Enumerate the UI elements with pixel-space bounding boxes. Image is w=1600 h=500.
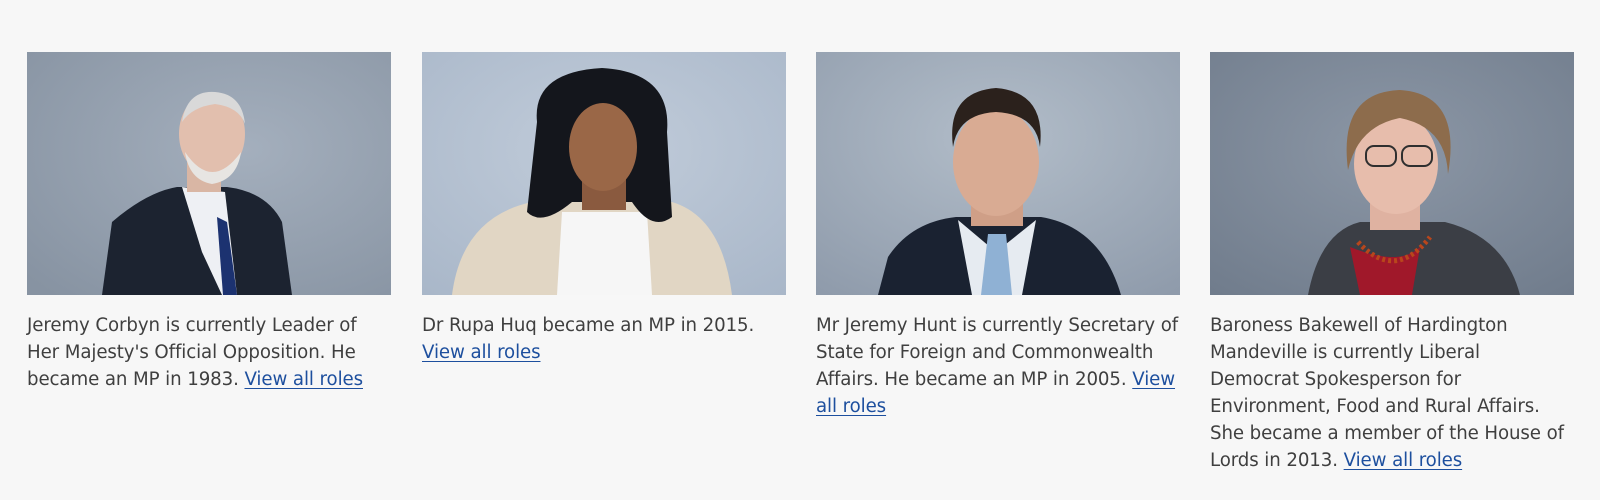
member-bio-text: Mr Jeremy Hunt is currently Secretary of… <box>816 315 1179 390</box>
view-all-roles-link[interactable]: View all roles <box>422 342 541 363</box>
member-bio: Dr Rupa Huq became an MP in 2015. View a… <box>422 312 786 366</box>
portrait-photo-icon <box>422 52 786 295</box>
member-card-grid: Jeremy Corbyn is currently Leader of Her… <box>0 0 1600 500</box>
member-bio: Baroness Bakewell of Hardington Mandevil… <box>1210 312 1574 474</box>
member-card: Dr Rupa Huq became an MP in 2015. View a… <box>422 52 786 366</box>
portrait-photo-icon <box>816 52 1180 295</box>
portrait-photo-icon <box>27 52 391 295</box>
member-bio: Mr Jeremy Hunt is currently Secretary of… <box>816 312 1180 420</box>
member-bio-text: Baroness Bakewell of Hardington Mandevil… <box>1210 315 1564 471</box>
portrait-photo-icon <box>1210 52 1574 295</box>
member-card: Jeremy Corbyn is currently Leader of Her… <box>27 52 391 393</box>
member-card: Baroness Bakewell of Hardington Mandevil… <box>1210 52 1574 474</box>
member-card: Mr Jeremy Hunt is currently Secretary of… <box>816 52 1180 420</box>
member-bio: Jeremy Corbyn is currently Leader of Her… <box>27 312 391 393</box>
view-all-roles-link[interactable]: View all roles <box>244 369 363 390</box>
member-bio-text: Dr Rupa Huq became an MP in 2015. <box>422 315 755 336</box>
view-all-roles-link[interactable]: View all roles <box>1344 450 1463 471</box>
